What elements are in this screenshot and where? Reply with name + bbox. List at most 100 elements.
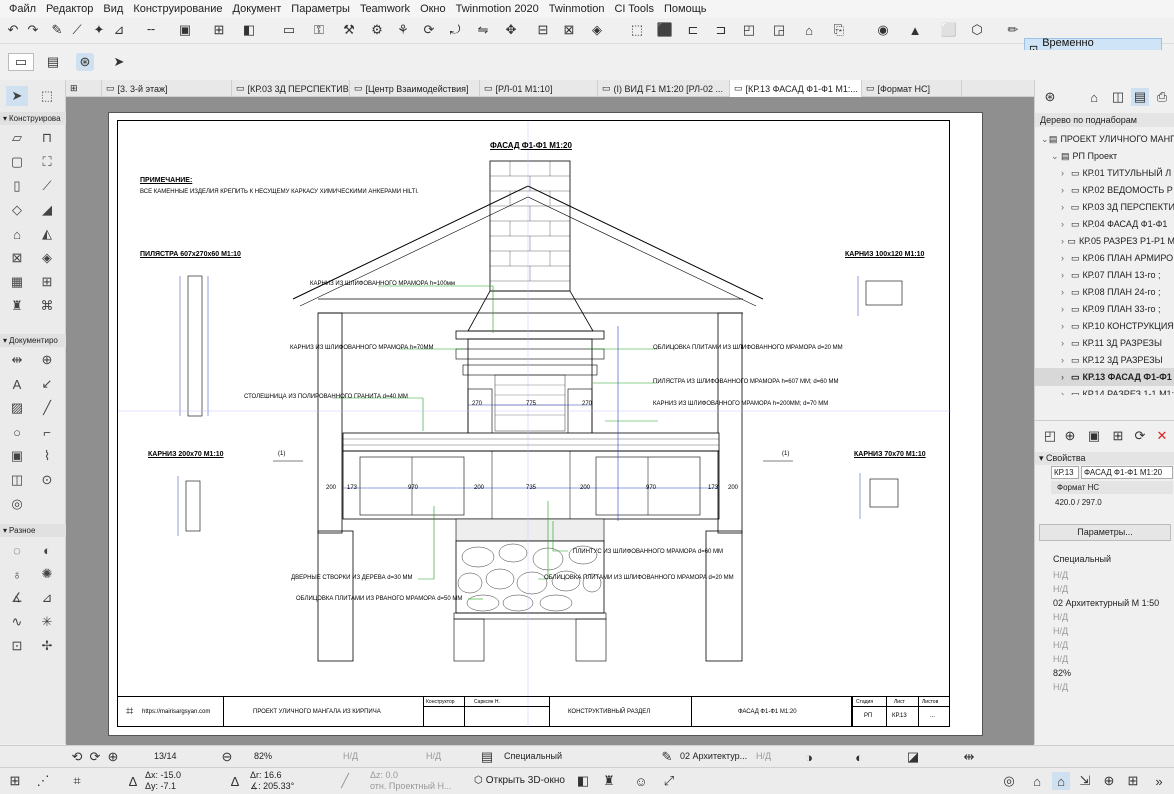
zone-tool-icon[interactable]: ♜ xyxy=(6,296,28,316)
hotspot-tool-icon[interactable]: ◫ xyxy=(6,470,28,490)
chevron-icon[interactable]: › xyxy=(1061,287,1071,297)
delta-x[interactable]: Δx: -15.0 xyxy=(145,770,181,780)
syringe-icon[interactable]: ⟋ xyxy=(68,21,86,39)
construct-section-header[interactable]: ▾ Конструирова xyxy=(0,112,66,125)
menu-item[interactable]: Twinmotion xyxy=(544,0,610,18)
layout-id-field[interactable]: КР.13 xyxy=(1051,466,1079,479)
wall-tool-icon[interactable]: ▱ xyxy=(6,128,28,148)
text-tool-icon[interactable]: A xyxy=(6,374,28,394)
sun-icon[interactable]: ✳ xyxy=(36,612,58,632)
drag-icon[interactable]: ✥ xyxy=(502,21,520,39)
renovation-icon[interactable]: ⌂ xyxy=(800,21,818,39)
view-front-icon[interactable]: ⬚ xyxy=(628,21,646,39)
pet-palette-icon[interactable]: ⊞ xyxy=(6,772,24,790)
layer-icon[interactable]: ◧ xyxy=(240,21,258,39)
tree-item[interactable]: › ▭ КР.04 ФАСАД Ф1-Ф1 xyxy=(1035,215,1174,233)
worksheet-icon[interactable]: ◲ xyxy=(770,21,788,39)
elevation-icon[interactable]: ⊐ xyxy=(712,21,730,39)
zoom-row[interactable]: 82% xyxy=(1035,666,1174,680)
chevron-icon[interactable]: ⌄ xyxy=(1041,134,1049,145)
camera-icon[interactable]: ◎ xyxy=(1000,772,1018,790)
delta-r[interactable]: Δr: 16.6 xyxy=(250,770,282,780)
angle-dim-icon[interactable]: ∡ xyxy=(6,588,28,608)
chevron-icon[interactable]: › xyxy=(1061,304,1071,314)
line-tool-icon[interactable]: ╱ xyxy=(36,398,58,418)
menu-item[interactable]: Документ xyxy=(228,0,287,18)
zoom-out-icon[interactable]: ⊖ xyxy=(218,748,236,766)
sheet-icon[interactable]: ▤ xyxy=(44,53,62,71)
grid-snap-icon[interactable]: ⊿ xyxy=(110,21,128,39)
pen-set-row[interactable]: 02 Архитектурный М 1:50 xyxy=(1035,596,1174,610)
mirror-icon[interactable]: ⇋ xyxy=(474,21,492,39)
chevron-icon[interactable]: › xyxy=(1061,219,1071,229)
tree-item[interactable]: ⌄ ▤ РП Проект xyxy=(1035,147,1174,165)
menu-item[interactable]: Вид xyxy=(98,0,128,18)
lamp-icon[interactable]: ♁ xyxy=(6,564,28,584)
view-grid-icon[interactable]: ⊞ xyxy=(66,80,102,97)
publisher-icon[interactable]: ⎘ xyxy=(830,21,848,39)
chevron-icon[interactable]: › xyxy=(1061,338,1071,348)
menu-item[interactable]: Редактор xyxy=(41,0,98,18)
menu-item[interactable]: Teamwork xyxy=(355,0,415,18)
roof-tool-icon[interactable]: ⌂ xyxy=(6,224,28,244)
snap-guide-icon[interactable]: ⋰ xyxy=(34,772,52,790)
redo-zoom-icon[interactable]: ⟳ xyxy=(86,748,104,766)
chevron-icon[interactable]: › xyxy=(1061,389,1071,395)
misc-section-header[interactable]: ▾ Разное xyxy=(0,524,66,537)
new-layout-icon[interactable]: ◰ xyxy=(1041,427,1059,445)
label-tool-icon[interactable]: ↙ xyxy=(36,374,58,394)
level-dimension-icon[interactable]: ⊕ xyxy=(36,350,58,370)
special-row[interactable]: Специальный xyxy=(1035,552,1174,566)
overflow-icon[interactable]: » xyxy=(1150,772,1168,790)
place-drawing-icon[interactable]: ⊞ xyxy=(1109,427,1127,445)
partial-structure-icon[interactable]: ◪ xyxy=(904,748,922,766)
menu-item[interactable]: Окно xyxy=(415,0,451,18)
section-tool-icon[interactable]: ◎ xyxy=(6,494,28,514)
new-subset-icon[interactable]: ⊕ xyxy=(1061,427,1079,445)
delete-icon[interactable]: ✕ xyxy=(1153,427,1171,445)
navigate-icon[interactable]: ⤢ xyxy=(660,772,678,790)
undo-icon[interactable]: ↶ xyxy=(4,21,22,39)
navigator-options-icon[interactable]: ⊛ xyxy=(1041,88,1059,106)
compass-icon[interactable]: ✢ xyxy=(36,636,58,656)
section-icon[interactable]: ⊏ xyxy=(684,21,702,39)
object-tool-icon[interactable]: ⛶ xyxy=(36,152,58,172)
graduation-icon[interactable]: ▲ xyxy=(906,21,924,39)
chevron-icon[interactable]: › xyxy=(1061,253,1071,263)
tab-1[interactable]: ▭ [КР.03 3Д ПЕРСПЕКТИВЫ] xyxy=(232,80,350,97)
status-special[interactable]: Специальный xyxy=(504,751,562,761)
chevron-icon[interactable]: › xyxy=(1061,355,1071,365)
master-layout-select[interactable]: Формат НС xyxy=(1051,481,1173,494)
relative-construction-icon[interactable]: ⌗ xyxy=(68,772,86,790)
zoom-in-icon[interactable]: ⊕ xyxy=(104,748,122,766)
zoom-to-icon[interactable]: ⊕ xyxy=(1100,772,1118,790)
walk-icon[interactable]: ♜ xyxy=(600,772,618,790)
menu-item[interactable]: CI Tools xyxy=(609,0,659,18)
arrow-tool-icon[interactable]: ➤ xyxy=(110,53,128,71)
hotlink-icon[interactable]: ⟳ xyxy=(420,21,438,39)
chevron-icon[interactable]: › xyxy=(1061,372,1071,382)
paint-icon[interactable]: ◈ xyxy=(588,21,606,39)
gravity-icon[interactable]: ▣ xyxy=(176,21,194,39)
curtain-wall-icon[interactable]: ▦ xyxy=(6,272,28,292)
box-icon[interactable]: ◧ xyxy=(574,772,592,790)
guide-lines-icon[interactable]: ╌ xyxy=(142,21,160,39)
tab-3[interactable]: ▭ [РЛ-01 М1:10] xyxy=(480,80,598,97)
delta-y[interactable]: Δy: -7.1 xyxy=(145,781,176,791)
redo-icon[interactable]: ↷ xyxy=(24,21,42,39)
tree-item[interactable]: › ▭ КР.06 ПЛАН АРМИРО xyxy=(1035,249,1174,267)
view-3d-icon[interactable]: ⬛ xyxy=(656,21,674,39)
dimension-tool-icon[interactable]: ⇹ xyxy=(6,350,28,370)
wave-icon[interactable]: ∿ xyxy=(6,612,28,632)
layout-book-tab-icon[interactable]: ▤ xyxy=(1131,88,1149,106)
tab-6[interactable]: ▭ [Формат НС] xyxy=(862,80,962,97)
layout-canvas[interactable]: ФАСАД Ф1-Ф1 М1:20 ПРИМЕЧАНИЕ: ВСЕ КАМЕНН… xyxy=(66,97,1034,745)
new-master-icon[interactable]: ▣ xyxy=(1085,427,1103,445)
document-section-header[interactable]: ▾ Документиро xyxy=(0,334,66,347)
chevron-icon[interactable]: › xyxy=(1061,321,1071,331)
tree-item[interactable]: › ▭ КР.14 РАЗРЕЗ 1-1 М1: xyxy=(1035,385,1174,396)
tab-0[interactable]: ▭ [3. 3-й этаж] xyxy=(102,80,232,97)
eye-icon[interactable]: ◉ xyxy=(874,21,892,39)
tab-5[interactable]: ▭[КР.13 ФАСАД Ф1-Ф1 М1:...× xyxy=(730,80,862,97)
zoom-level[interactable]: 82% xyxy=(254,751,272,761)
